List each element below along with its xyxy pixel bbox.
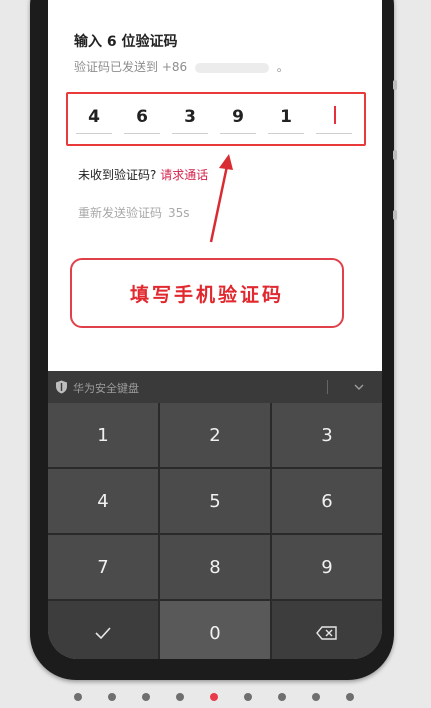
key-4[interactable]: 4 bbox=[48, 469, 158, 533]
key-9[interactable]: 9 bbox=[272, 535, 382, 599]
phone-screen: 输入 6 位验证码 验证码已发送到 +86 。 4 6 3 9 1 未收到验证码… bbox=[48, 0, 382, 659]
shield-icon bbox=[56, 380, 67, 394]
delete-button[interactable] bbox=[272, 601, 382, 659]
phone-side-button bbox=[393, 150, 397, 160]
numeric-keypad: 1 2 3 4 5 6 7 8 9 0 bbox=[48, 403, 382, 659]
page-dot[interactable] bbox=[278, 693, 286, 701]
header-divider bbox=[327, 380, 328, 394]
keyboard-header: 华为安全键盘 bbox=[48, 371, 382, 403]
key-5[interactable]: 5 bbox=[160, 469, 270, 533]
key-6[interactable]: 6 bbox=[272, 469, 382, 533]
key-8[interactable]: 8 bbox=[160, 535, 270, 599]
key-2[interactable]: 2 bbox=[160, 403, 270, 467]
page-dot[interactable] bbox=[244, 693, 252, 701]
key-7[interactable]: 7 bbox=[48, 535, 158, 599]
page-dot[interactable] bbox=[176, 693, 184, 701]
check-icon bbox=[95, 627, 111, 640]
key-0[interactable]: 0 bbox=[160, 601, 270, 659]
page-dot[interactable] bbox=[108, 693, 116, 701]
key-3[interactable]: 3 bbox=[272, 403, 382, 467]
phone-side-button bbox=[393, 80, 397, 90]
key-1[interactable]: 1 bbox=[48, 403, 158, 467]
annotation-callout: 填写手机验证码 bbox=[70, 258, 344, 328]
backspace-icon bbox=[316, 626, 337, 640]
chevron-down-icon[interactable] bbox=[353, 381, 365, 393]
page-dot[interactable] bbox=[74, 693, 82, 701]
confirm-button[interactable] bbox=[48, 601, 158, 659]
page-dot[interactable] bbox=[346, 693, 354, 701]
phone-side-button bbox=[393, 210, 397, 220]
page-indicator bbox=[0, 693, 431, 703]
keyboard-title: 华为安全键盘 bbox=[73, 382, 139, 395]
page-dot-active[interactable] bbox=[210, 693, 218, 701]
annotation-arrow bbox=[209, 154, 233, 243]
page-dot[interactable] bbox=[312, 693, 320, 701]
page-dot[interactable] bbox=[142, 693, 150, 701]
